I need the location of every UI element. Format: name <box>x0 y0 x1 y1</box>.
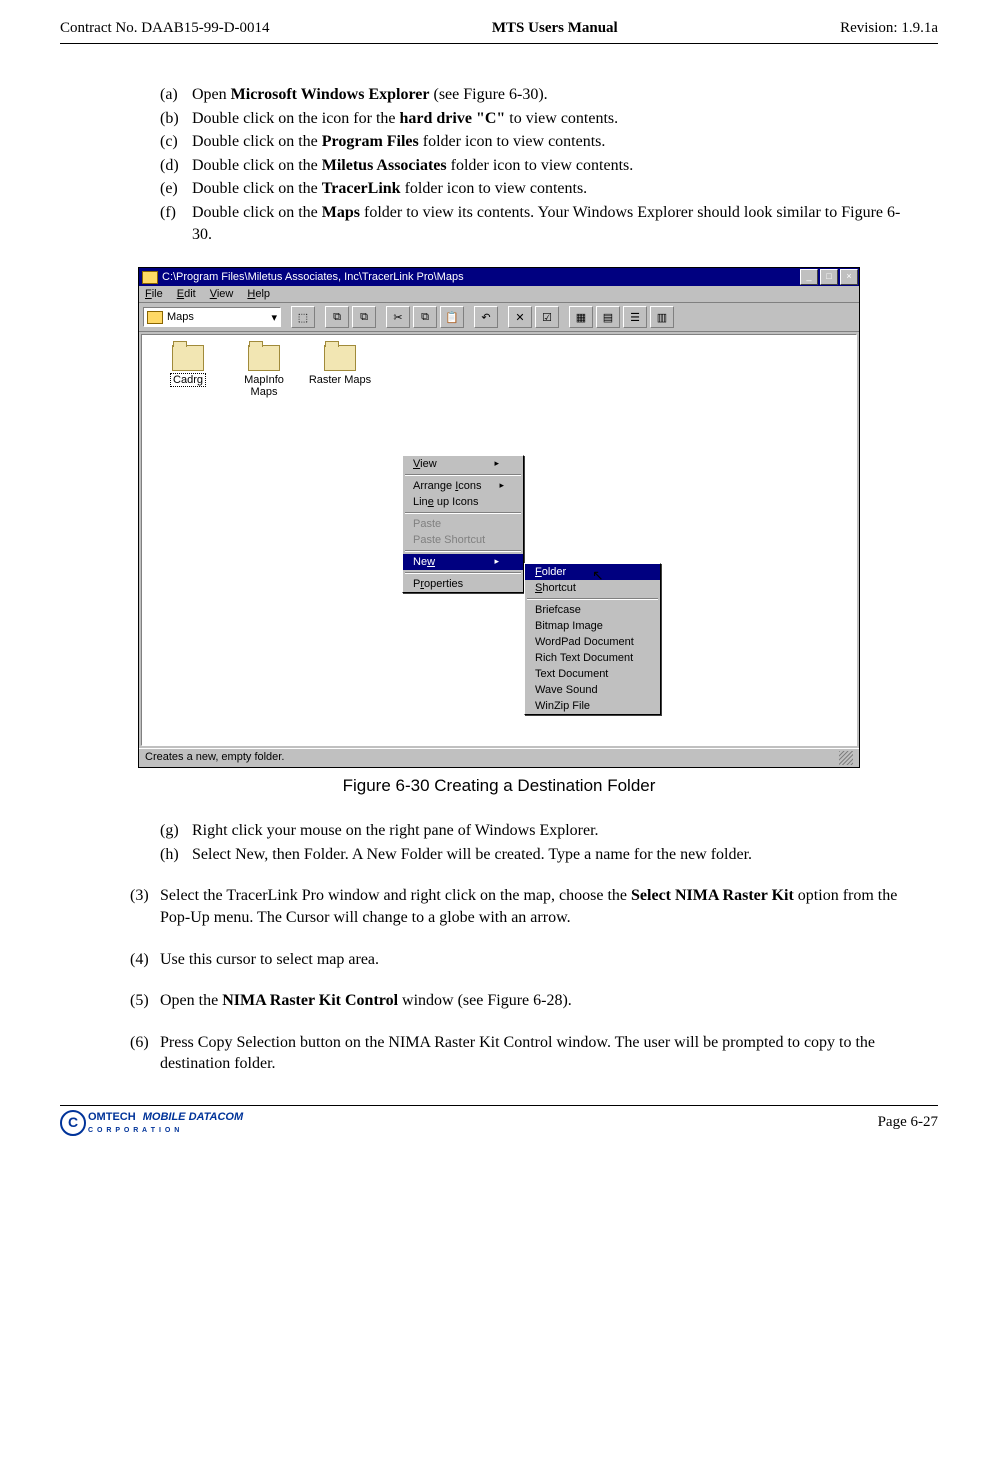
ctx-arrange-icons[interactable]: Arrange Icons▸ <box>403 478 523 494</box>
header-center: MTS Users Manual <box>492 20 618 37</box>
logo-text-1: OMTECH <box>88 1111 136 1123</box>
status-text: Creates a new, empty folder. <box>145 751 284 765</box>
list-item: (c)Double click on the Program Files fol… <box>160 131 908 153</box>
ctx-paste: Paste <box>403 516 523 532</box>
company-logo: C OMTECH MOBILE DATACOM C O R P O R A T … <box>60 1110 243 1136</box>
ctx-new-wordpad[interactable]: WordPad Document <box>525 634 660 650</box>
address-folder-icon <box>147 311 163 324</box>
logo-text-3: C O R P O R A T I O N <box>88 1127 180 1134</box>
footer-rule <box>60 1105 938 1106</box>
ctx-line-up-icons[interactable]: Line up Icons <box>403 494 523 510</box>
address-label: Maps <box>167 311 194 323</box>
properties-button[interactable]: ☑ <box>535 306 559 328</box>
menu-file[interactable]: File <box>145 288 163 300</box>
menu-edit[interactable]: Edit <box>177 288 196 300</box>
ctx-new-briefcase[interactable]: Briefcase <box>525 602 660 618</box>
titlebar-text: C:\Program Files\Miletus Associates, Inc… <box>162 271 464 283</box>
folder-icon <box>324 345 356 371</box>
context-menu: View▸ Arrange Icons▸ Line up Icons Paste… <box>402 455 524 593</box>
list-item: (e)Double click on the TracerLink folder… <box>160 178 908 200</box>
menu-view[interactable]: View <box>210 288 234 300</box>
menu-help[interactable]: Help <box>247 288 270 300</box>
numbered-steps: (3)Select the TracerLink Pro window and … <box>130 885 918 1075</box>
header-rule <box>60 43 938 44</box>
folder-item[interactable]: Raster Maps <box>304 345 376 386</box>
list-item: (g)Right click your mouse on the right p… <box>160 820 908 842</box>
list-item: (6)Press Copy Selection button on the NI… <box>130 1032 918 1075</box>
header-left: Contract No. DAAB15-99-D-0014 <box>60 20 270 37</box>
list-item: (d)Double click on the Miletus Associate… <box>160 155 908 177</box>
ctx-properties[interactable]: Properties <box>403 576 523 592</box>
details-button[interactable]: ▥ <box>650 306 674 328</box>
context-submenu-new: Folder Shortcut Briefcase Bitmap Image W… <box>524 563 661 715</box>
minimize-button[interactable]: _ <box>800 269 818 285</box>
ctx-new-bitmap[interactable]: Bitmap Image <box>525 618 660 634</box>
copy-button[interactable]: ⧉ <box>413 306 437 328</box>
list-item: (h)Select New, then Folder. A New Folder… <box>160 844 908 866</box>
ctx-new[interactable]: New▸ <box>403 554 523 570</box>
figure-caption: Figure 6-30 Creating a Destination Folde… <box>60 776 938 796</box>
address-box[interactable]: Maps ▾ <box>143 307 281 327</box>
toolbar: Maps ▾ ⬚ ⧉ ⧉ ✂ ⧉ 📋 ↶ ✕ ☑ ▦ ▤ ☰ ▥ <box>139 303 859 332</box>
list-button[interactable]: ☰ <box>623 306 647 328</box>
logo-text-2: MOBILE DATACOM <box>143 1111 243 1123</box>
logo-globe-icon: C <box>60 1110 86 1136</box>
ctx-new-winzip[interactable]: WinZip File <box>525 698 660 714</box>
steps-gh: (g)Right click your mouse on the right p… <box>160 820 908 865</box>
statusbar: Creates a new, empty folder. <box>139 748 859 767</box>
list-item: (5)Open the NIMA Raster Kit Control wind… <box>130 990 918 1012</box>
up-one-level-button[interactable]: ⬚ <box>291 306 315 328</box>
menubar: File Edit View Help <box>139 286 859 303</box>
paste-button[interactable]: 📋 <box>440 306 464 328</box>
list-item: (b)Double click on the icon for the hard… <box>160 108 908 130</box>
header-right: Revision: 1.9.1a <box>840 20 938 37</box>
ctx-paste-shortcut: Paste Shortcut <box>403 532 523 548</box>
large-icons-button[interactable]: ▦ <box>569 306 593 328</box>
ctx-view[interactable]: View▸ <box>403 456 523 472</box>
resize-grip-icon[interactable] <box>839 751 853 765</box>
ctx-new-wave[interactable]: Wave Sound <box>525 682 660 698</box>
disconnect-drive-button[interactable]: ⧉ <box>352 306 376 328</box>
undo-button[interactable]: ↶ <box>474 306 498 328</box>
steps-list: (a)Open Microsoft Windows Explorer (see … <box>160 84 908 245</box>
folder-icon <box>248 345 280 371</box>
explorer-window: C:\Program Files\Miletus Associates, Inc… <box>138 267 860 768</box>
page-footer: C OMTECH MOBILE DATACOM C O R P O R A T … <box>60 1110 938 1146</box>
small-icons-button[interactable]: ▤ <box>596 306 620 328</box>
map-drive-button[interactable]: ⧉ <box>325 306 349 328</box>
delete-button[interactable]: ✕ <box>508 306 532 328</box>
titlebar-folder-icon <box>142 271 158 284</box>
ctx-new-rtf[interactable]: Rich Text Document <box>525 650 660 666</box>
folder-content-pane[interactable]: View▸ Arrange Icons▸ Line up Icons Paste… <box>141 334 857 746</box>
list-item: (a)Open Microsoft Windows Explorer (see … <box>160 84 908 106</box>
page-header: Contract No. DAAB15-99-D-0014 MTS Users … <box>60 20 938 37</box>
folder-item[interactable]: MapInfo Maps <box>228 345 300 398</box>
list-item: (4)Use this cursor to select map area. <box>130 949 918 971</box>
maximize-button[interactable]: □ <box>820 269 838 285</box>
titlebar[interactable]: C:\Program Files\Miletus Associates, Inc… <box>139 268 859 286</box>
folder-icon <box>172 345 204 371</box>
list-item: (3)Select the TracerLink Pro window and … <box>130 885 918 928</box>
page-number: Page 6-27 <box>878 1114 938 1131</box>
cut-button[interactable]: ✂ <box>386 306 410 328</box>
dropdown-icon[interactable]: ▾ <box>271 311 277 324</box>
close-button[interactable]: × <box>840 269 858 285</box>
list-item: (f)Double click on the Maps folder to vi… <box>160 202 908 245</box>
ctx-new-txt[interactable]: Text Document <box>525 666 660 682</box>
cursor-icon: ↖ <box>592 567 604 584</box>
folder-item[interactable]: Cadrg <box>152 345 224 386</box>
